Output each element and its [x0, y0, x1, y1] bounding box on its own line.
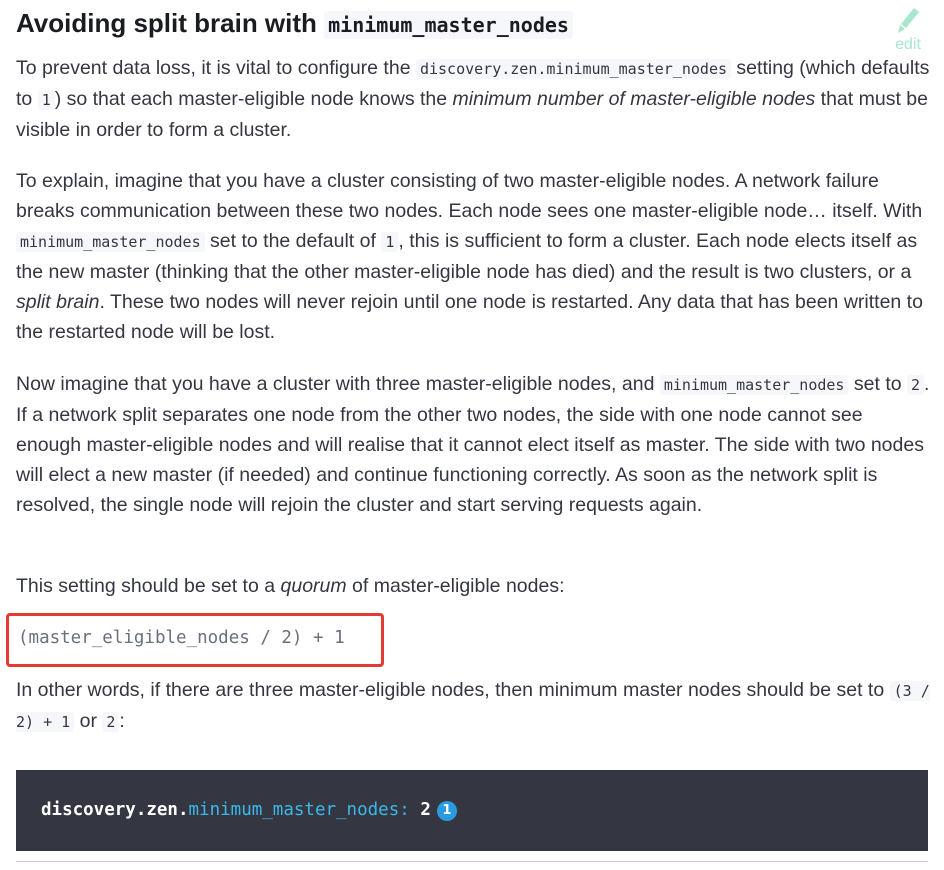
quorum-formula: (master_eligible_nodes / 2) + 1 — [18, 628, 345, 648]
text-run: To prevent data loss, it is vital to con… — [16, 57, 416, 79]
emphasis: minimum number of master-eligible nodes — [452, 88, 816, 110]
paragraph-example: In other words, if there are three maste… — [16, 675, 931, 737]
emphasis: quorum — [280, 575, 347, 597]
text-run: Now imagine that you have a cluster with… — [16, 373, 660, 395]
section-title-code: minimum_master_nodes — [324, 11, 573, 39]
text-run: To explain, imagine that you have a clus… — [16, 170, 923, 222]
inline-code: minimum_master_nodes — [659, 375, 849, 395]
paragraph-three-nodes: Now imagine that you have a cluster with… — [16, 369, 931, 520]
paragraph-quorum: This setting should be set to a quorum o… — [16, 571, 931, 601]
inline-code: 2 — [102, 712, 120, 732]
text-run: set to — [848, 373, 907, 395]
inline-code: 2 — [907, 375, 925, 395]
edit-label: edit — [895, 36, 921, 53]
inline-code: 1 — [37, 90, 55, 110]
text-run: ) so that each master-eligible node know… — [54, 88, 453, 110]
config-code-block: discovery.zen.minimum_master_nodes: 21 — [16, 770, 928, 851]
text-run: : — [119, 710, 125, 732]
callout-badge[interactable]: 1 — [436, 801, 457, 821]
text-run: of master-eligible nodes: — [346, 575, 565, 597]
section-title-text: Avoiding split brain with — [16, 8, 325, 38]
text-run: This setting should be set to a — [16, 575, 281, 597]
text-run: or — [74, 710, 103, 732]
section-title: Avoiding split brain with minimum_master… — [16, 5, 573, 43]
text-run: . These two nodes will never rejoin unti… — [16, 291, 923, 343]
emphasis: split brain — [16, 291, 100, 313]
code-key: minimum_master_nodes: — [188, 800, 410, 820]
code-line: discovery.zen.minimum_master_nodes: 21 — [41, 797, 457, 823]
inline-code: discovery.zen.minimum_master_nodes — [415, 59, 732, 79]
pencil-icon — [898, 8, 919, 33]
code-value: 2 — [409, 800, 431, 820]
edit-link[interactable]: edit — [888, 6, 928, 58]
code-prefix: discovery.zen. — [41, 800, 189, 820]
text-run: set to the default of — [204, 230, 382, 252]
inline-code: minimum_master_nodes — [16, 232, 205, 252]
paragraph-explain: To explain, imagine that you have a clus… — [16, 166, 931, 347]
inline-code: 1 — [381, 232, 399, 252]
divider — [16, 861, 928, 862]
paragraph-intro: To prevent data loss, it is vital to con… — [16, 53, 931, 145]
text-run: In other words, if there are three maste… — [16, 679, 890, 701]
